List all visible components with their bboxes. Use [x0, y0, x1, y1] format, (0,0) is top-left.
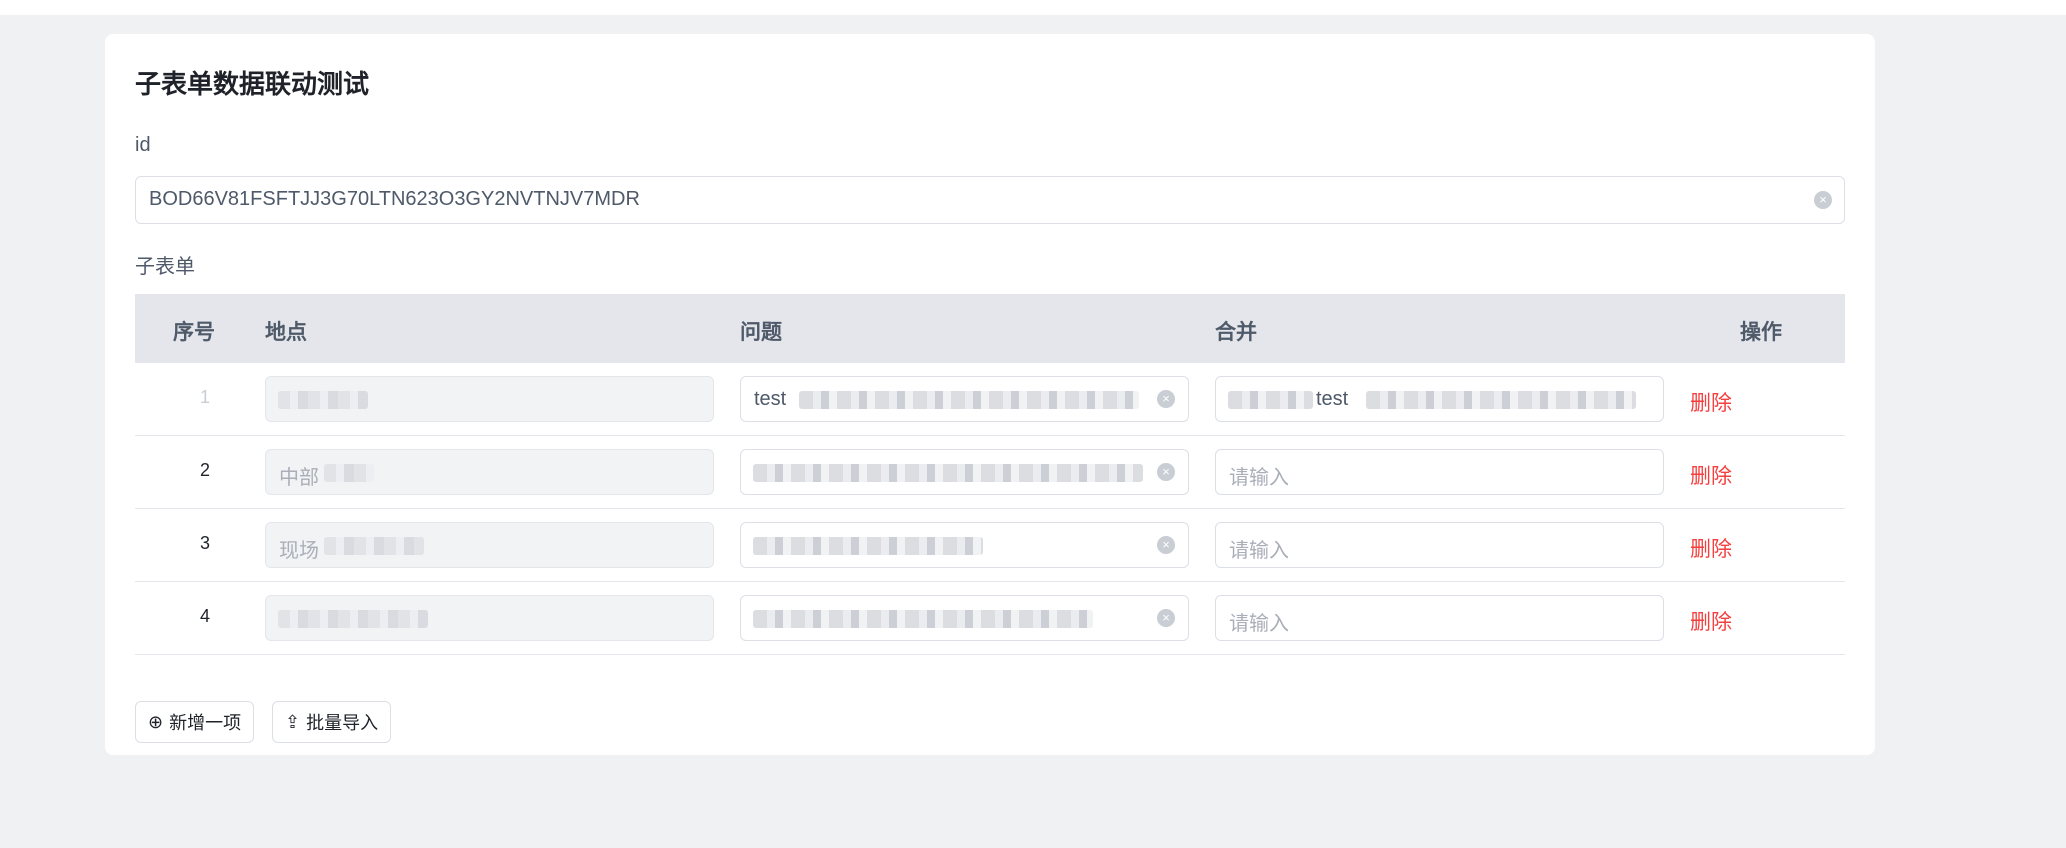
- clear-icon[interactable]: ×: [1814, 191, 1832, 209]
- table-header: 序号 地点 问题 合并 操作: [135, 294, 1845, 363]
- redacted-text: [753, 464, 1143, 482]
- redacted-text: [1228, 391, 1313, 409]
- form-card: 子表单数据联动测试 id BOD66V81FSFTJJ3G70LTN623O3G…: [105, 34, 1875, 755]
- merge-field[interactable]: 请输入: [1215, 595, 1664, 641]
- table-row: 1 test × test 删除: [135, 363, 1845, 436]
- page-title: 子表单数据联动测试: [135, 69, 370, 99]
- table-row: 4 × 请输入 删除: [135, 582, 1845, 655]
- table-row: 3 现场 × 请输入 删除: [135, 509, 1845, 582]
- top-bar: [0, 0, 2066, 15]
- merge-field[interactable]: 请输入: [1215, 449, 1664, 495]
- merge-placeholder: 请输入: [1229, 540, 1289, 562]
- clear-icon[interactable]: ×: [1157, 536, 1175, 554]
- delete-button[interactable]: 删除: [1690, 533, 1732, 563]
- table-row: 2 中部 × 请输入 删除: [135, 436, 1845, 509]
- header-index: 序号: [173, 321, 215, 344]
- redacted-text: [753, 537, 983, 555]
- delete-button[interactable]: 删除: [1690, 387, 1732, 417]
- header-merge: 合并: [1215, 321, 1257, 344]
- plus-circle-icon: ⊕: [148, 711, 164, 732]
- header-location: 地点: [265, 321, 307, 344]
- redacted-text: [278, 391, 368, 409]
- delete-button[interactable]: 删除: [1690, 606, 1732, 636]
- redacted-text: [278, 610, 428, 628]
- location-field: 现场: [265, 522, 714, 568]
- id-input[interactable]: BOD66V81FSFTJJ3G70LTN623O3GY2NVTNJV7MDR …: [135, 176, 1845, 224]
- location-field: 中部: [265, 449, 714, 495]
- row-index: 4: [199, 606, 210, 626]
- question-field[interactable]: ×: [740, 595, 1189, 641]
- header-question: 问题: [740, 321, 782, 344]
- location-value: 中部: [279, 467, 319, 489]
- row-index: 2: [199, 460, 210, 480]
- clear-icon[interactable]: ×: [1157, 390, 1175, 408]
- row-index: 3: [199, 533, 210, 553]
- redacted-text: [324, 537, 424, 555]
- upload-icon: ⇪: [285, 711, 301, 732]
- add-item-label: 新增一项: [169, 713, 242, 733]
- location-value: 现场: [279, 540, 319, 562]
- question-field[interactable]: test ×: [740, 376, 1189, 422]
- question-value: test: [754, 388, 787, 410]
- add-item-button[interactable]: ⊕ 新增一项: [135, 701, 255, 743]
- delete-button[interactable]: 删除: [1690, 460, 1732, 490]
- subform-table: 序号 地点 问题 合并 操作 1 test × test 删除 2 中部 × 请…: [135, 294, 1845, 655]
- row-index: 1: [199, 387, 210, 407]
- subform-label: 子表单: [135, 256, 195, 278]
- merge-field[interactable]: test: [1215, 376, 1664, 422]
- location-field: [265, 376, 714, 422]
- redacted-text: [1366, 391, 1636, 409]
- merge-placeholder: 请输入: [1229, 613, 1289, 635]
- batch-import-button[interactable]: ⇪ 批量导入: [272, 701, 392, 743]
- merge-placeholder: 请输入: [1229, 467, 1289, 489]
- clear-icon[interactable]: ×: [1157, 609, 1175, 627]
- merge-field[interactable]: 请输入: [1215, 522, 1664, 568]
- merge-value: test: [1316, 388, 1349, 410]
- redacted-text: [753, 610, 1093, 628]
- batch-import-label: 批量导入: [306, 713, 379, 733]
- redacted-text: [799, 391, 1139, 409]
- question-field[interactable]: ×: [740, 522, 1189, 568]
- clear-icon[interactable]: ×: [1157, 463, 1175, 481]
- header-action: 操作: [1740, 321, 1782, 344]
- location-field: [265, 595, 714, 641]
- redacted-text: [324, 464, 374, 482]
- id-value: BOD66V81FSFTJJ3G70LTN623O3GY2NVTNJV7MDR: [149, 188, 640, 210]
- question-field[interactable]: ×: [740, 449, 1189, 495]
- id-label: id: [135, 134, 151, 156]
